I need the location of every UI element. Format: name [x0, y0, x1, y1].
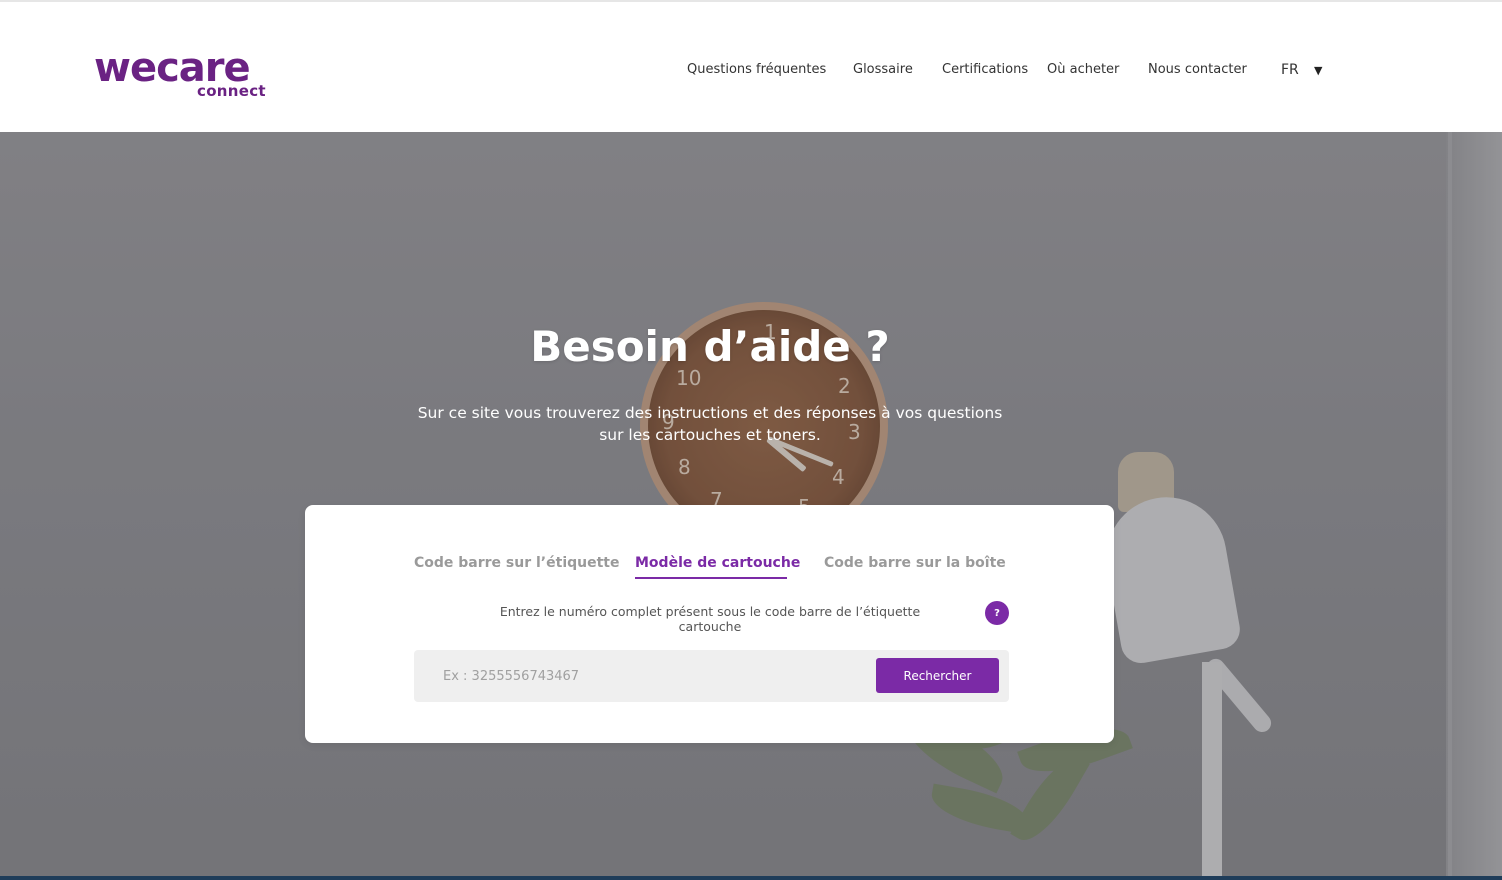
chevron-down-icon[interactable]: ▼: [1314, 64, 1322, 77]
nav-item-where-to-buy[interactable]: Où acheter: [1047, 62, 1119, 77]
wecare-connect-logo[interactable]: wecare connect: [94, 48, 274, 104]
hero-title: Besoin d’aide ?: [530, 322, 890, 371]
search-card: Code barre sur l’étiquette Modèle de car…: [305, 505, 1114, 743]
language-selector[interactable]: FR: [1281, 62, 1299, 78]
nav-item-faq[interactable]: Questions fréquentes: [687, 62, 826, 77]
search-button[interactable]: Rechercher: [876, 658, 999, 693]
hero-subtitle: Sur ce site vous trouverez des instructi…: [405, 402, 1015, 446]
search-instruction: Entrez le numéro complet présent sous le…: [499, 604, 921, 634]
footer-edge: [0, 876, 1502, 880]
hero-subtitle-line: sur les cartouches et toners.: [599, 426, 821, 444]
search-input[interactable]: [414, 650, 869, 702]
tab-box-barcode[interactable]: Code barre sur la boîte: [824, 555, 1006, 571]
nav-item-glossary[interactable]: Glossaire: [853, 62, 913, 77]
logo-sub-text: connect: [197, 82, 266, 100]
help-icon[interactable]: ?: [985, 601, 1009, 625]
tab-cartridge-model[interactable]: Modèle de cartouche: [635, 555, 800, 571]
nav-item-certifications[interactable]: Certifications: [942, 62, 1028, 77]
site-header: wecare connect Questions fréquentes Glos…: [0, 0, 1502, 132]
hero-section: 1 2 3 4 5 7 8 9 10 Besoin d’aide ? Sur c…: [0, 132, 1502, 880]
search-bar: Rechercher: [414, 650, 1009, 702]
hero-subtitle-line: Sur ce site vous trouverez des instructi…: [417, 404, 1003, 422]
tab-label-barcode[interactable]: Code barre sur l’étiquette: [414, 555, 619, 571]
active-tab-indicator: [635, 577, 787, 579]
nav-item-contact[interactable]: Nous contacter: [1148, 62, 1247, 77]
